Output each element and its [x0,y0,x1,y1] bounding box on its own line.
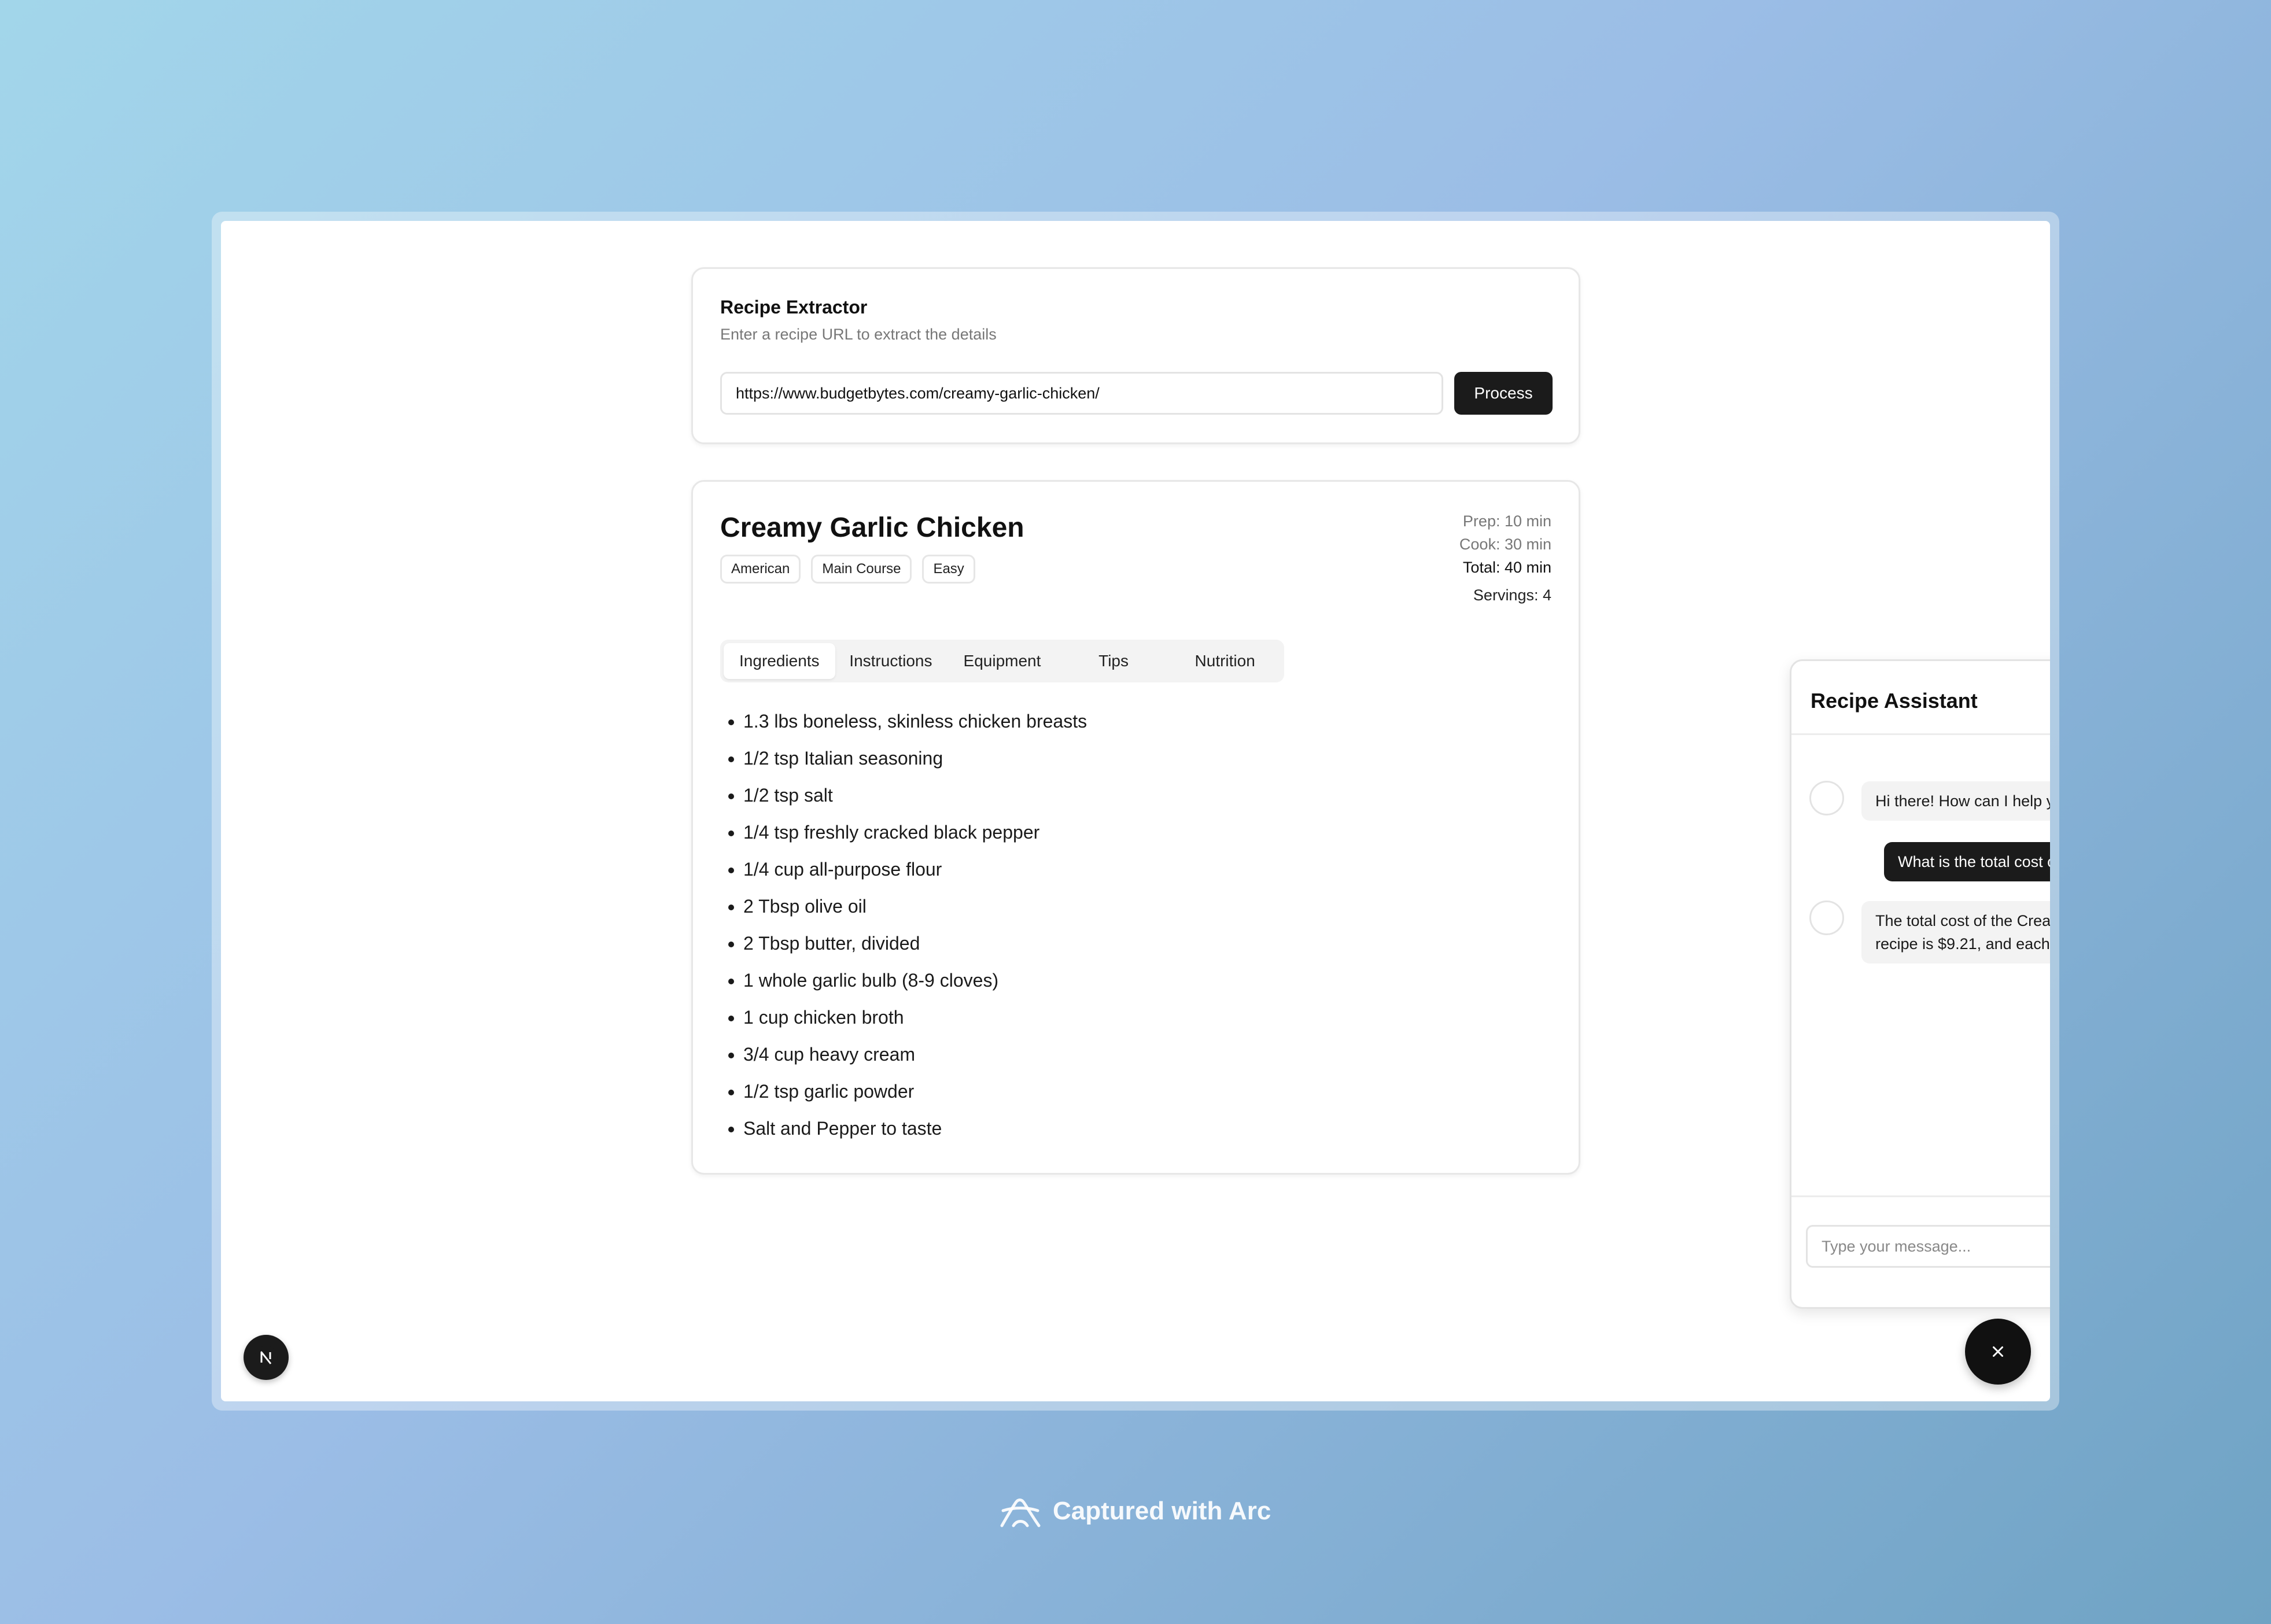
assistant-title: Recipe Assistant [1811,689,1978,713]
tab-ingredients[interactable]: Ingredients [724,643,835,679]
ingredient-item: 1/4 cup all-purpose flour [743,851,1087,888]
browser-window: Recipe Extractor Enter a recipe URL to e… [221,221,2050,1401]
ingredient-item: 2 Tbsp butter, divided [743,925,1087,962]
ingredient-item: 1.3 lbs boneless, skinless chicken breas… [743,703,1087,740]
assistant-avatar [1809,900,1844,935]
recipe-title: Creamy Garlic Chicken [720,512,1024,543]
ingredients-list: 1.3 lbs boneless, skinless chicken breas… [720,703,1087,1147]
dev-badge[interactable] [244,1335,289,1380]
nextjs-logo-icon [255,1346,278,1369]
close-icon [1993,1346,2003,1357]
servings: Servings: 4 [1473,586,1551,604]
arc-logo-icon [1000,1498,1041,1527]
prep-time: Prep: 10 min [1462,512,1551,530]
assistant-header: Recipe Assistant [1791,661,2050,735]
assistant-footer [1791,1195,2050,1307]
recipe-tags: American Main Course Easy [720,555,975,584]
recipe-extractor-card: Recipe Extractor Enter a recipe URL to e… [691,267,1580,444]
extractor-title: Recipe Extractor [720,297,868,318]
ingredient-item: Salt and Pepper to taste [743,1110,1087,1147]
ingredient-item: 1/4 tsp freshly cracked black pepper [743,814,1087,851]
total-time: Total: 40 min [1462,559,1551,576]
user-message: What is the total cost of this recipe? [1884,842,2050,881]
ingredient-item: 1 cup chicken broth [743,999,1087,1036]
ingredient-item: 1/2 tsp garlic powder [743,1073,1087,1110]
tab-instructions[interactable]: Instructions [835,643,947,679]
recipe-tabs: Ingredients Instructions Equipment Tips … [720,640,1284,682]
arc-caption-text: Captured with Arc [1053,1497,1271,1525]
assistant-avatar [1809,781,1844,815]
bot-message: Hi there! How can I help you today? [1861,781,2050,821]
tag-cuisine: American [720,555,801,584]
tab-nutrition[interactable]: Nutrition [1169,643,1281,679]
ingredient-item: 2 Tbsp olive oil [743,888,1087,925]
extractor-subtitle: Enter a recipe URL to extract the detail… [720,326,997,343]
ingredient-item: 1/2 tsp salt [743,777,1087,814]
arc-caption: Captured with Arc [998,1492,1271,1530]
ingredient-item: 1 whole garlic bulb (8-9 cloves) [743,962,1087,999]
close-chat-button[interactable] [1965,1319,2031,1385]
tab-tips[interactable]: Tips [1058,643,1170,679]
recipe-url-input[interactable] [720,372,1443,415]
tag-course: Main Course [811,555,912,584]
tab-equipment[interactable]: Equipment [946,643,1058,679]
recipe-assistant-panel: Recipe Assistant Hi there! How can I hel… [1790,659,2050,1309]
message-input[interactable] [1806,1225,2050,1268]
cook-time: Cook: 30 min [1459,536,1551,553]
tag-difficulty: Easy [922,555,975,584]
ingredient-item: 3/4 cup heavy cream [743,1036,1087,1073]
recipe-times: Prep: 10 min Cook: 30 min Total: 40 min … [1459,510,1551,607]
ingredient-item: 1/2 tsp Italian seasoning [743,740,1087,777]
process-button[interactable]: Process [1454,372,1553,415]
bot-message: The total cost of the Creamy Garlic Chic… [1861,901,2050,964]
recipe-details-card: Creamy Garlic Chicken American Main Cour… [691,480,1580,1175]
